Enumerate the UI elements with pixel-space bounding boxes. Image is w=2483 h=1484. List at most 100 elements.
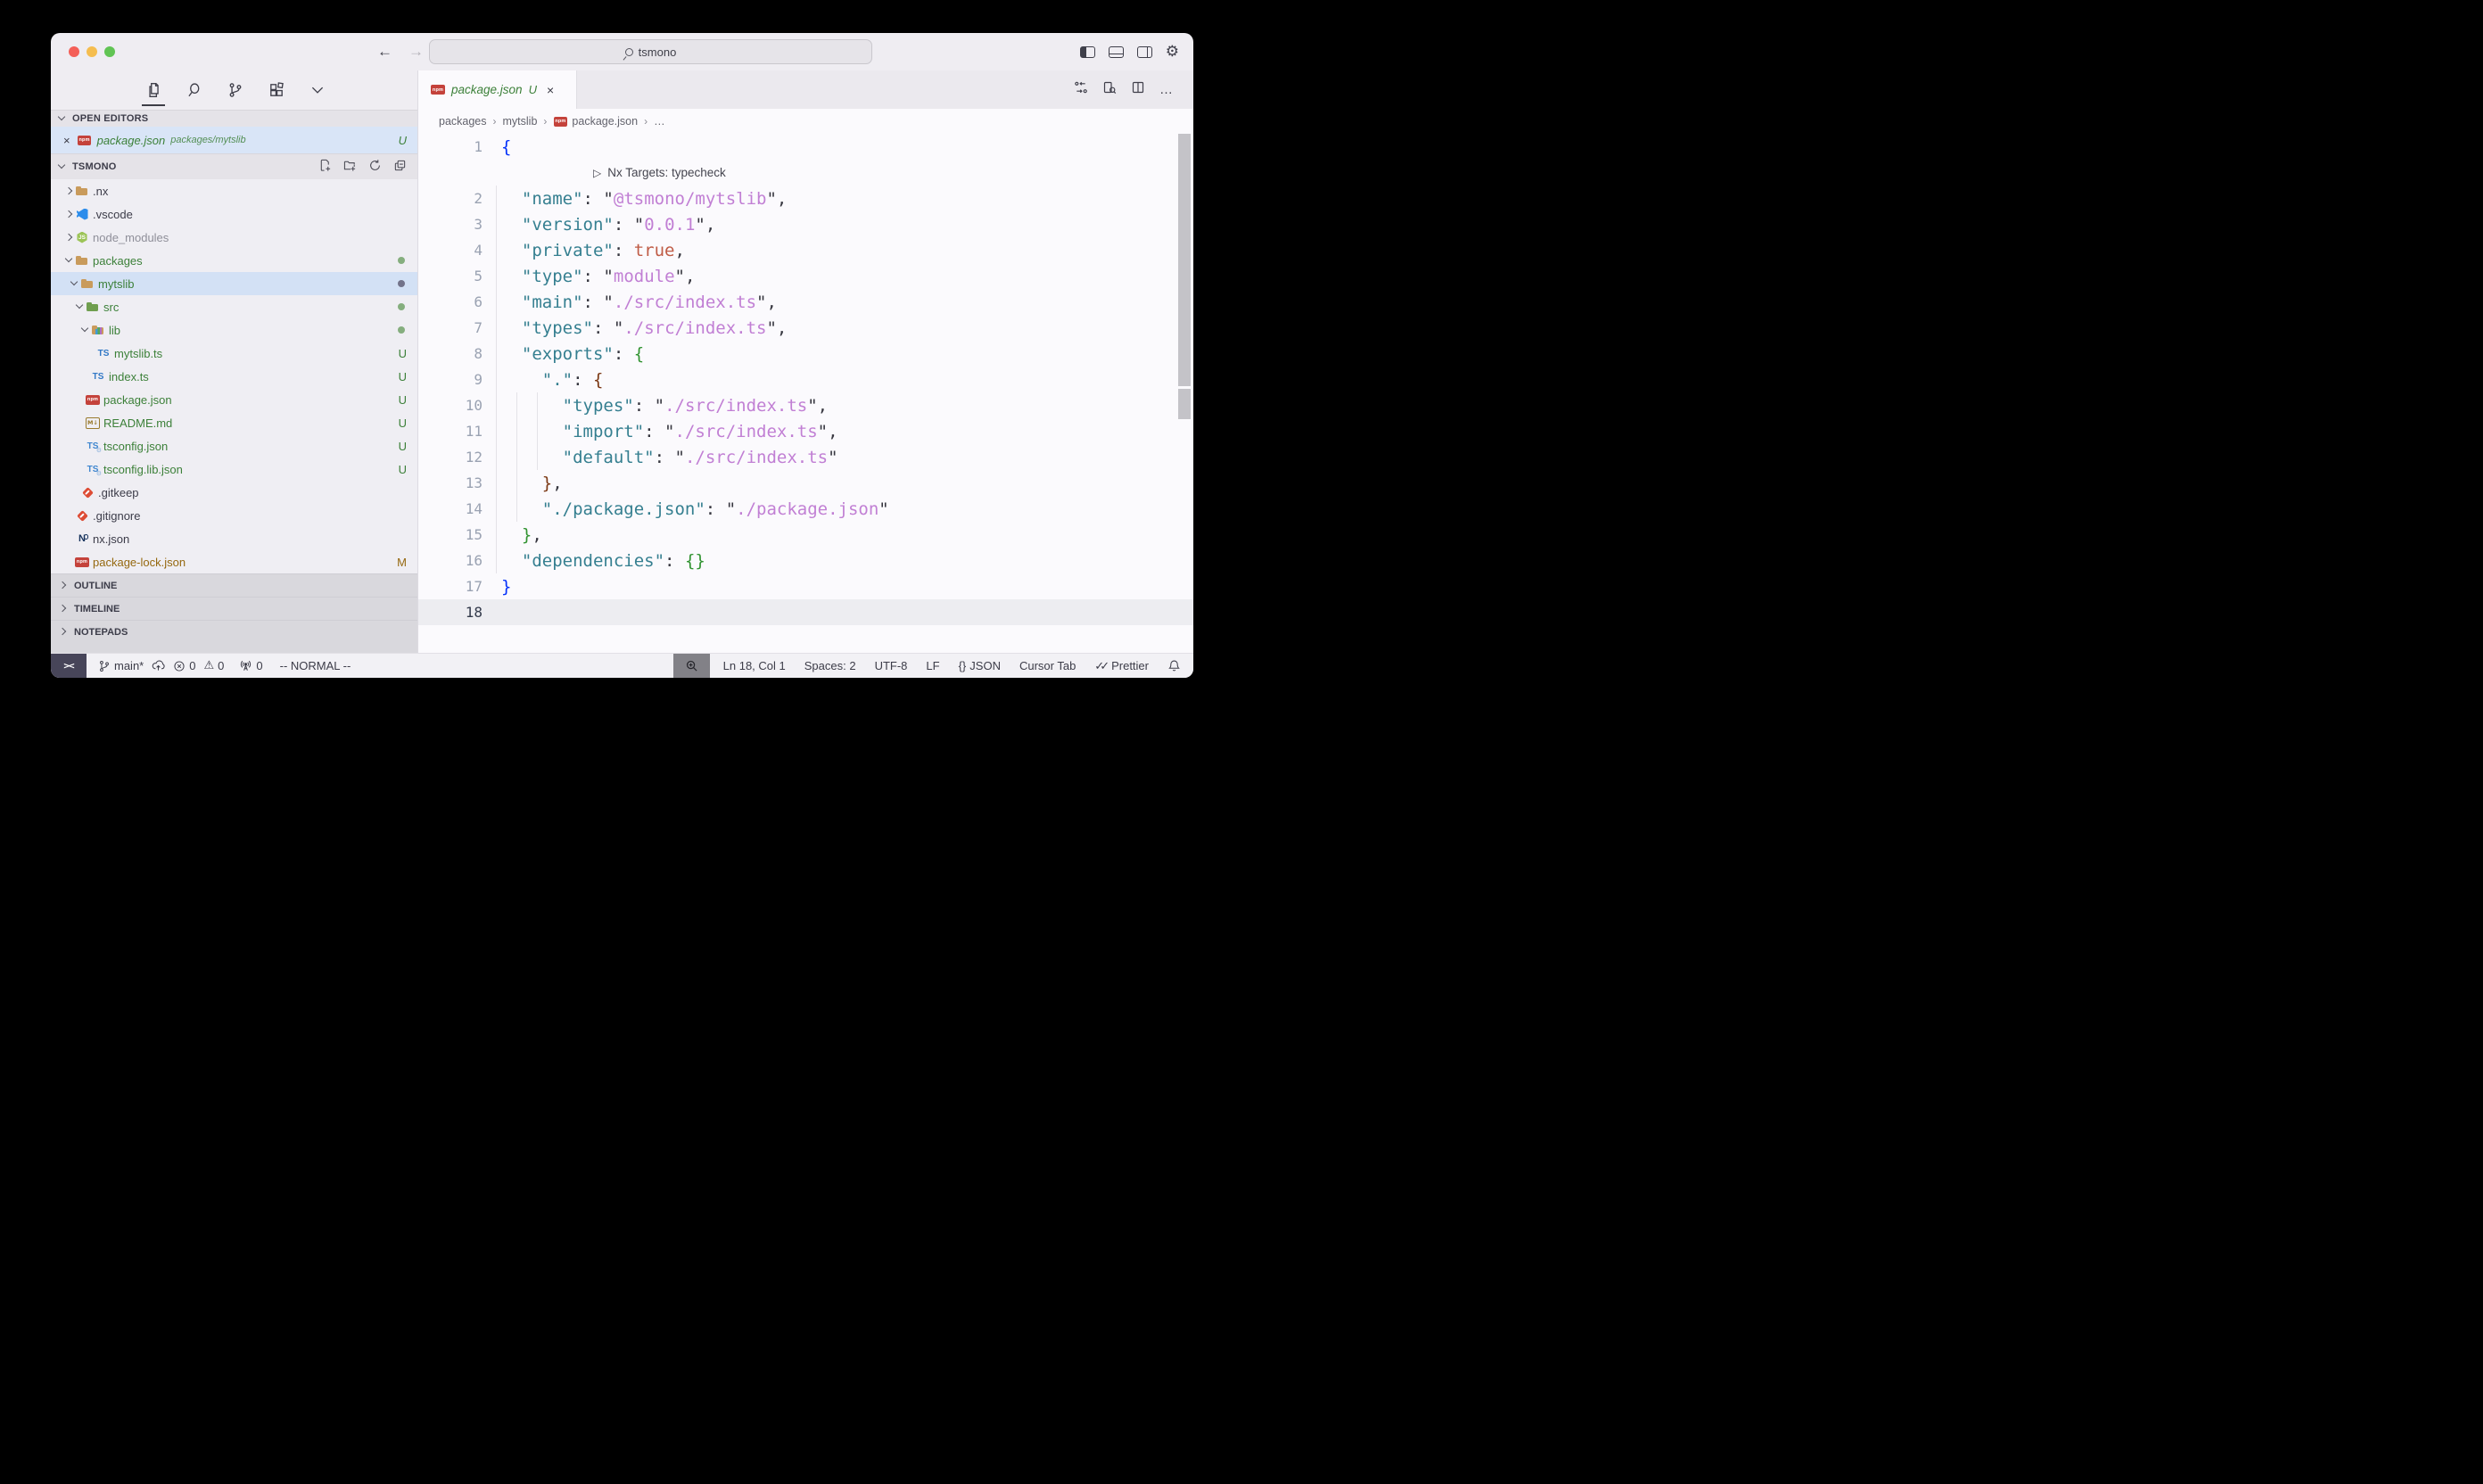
timeline-section[interactable]: TIMELINE [51,597,417,620]
tree-item[interactable]: node_modules [51,226,417,249]
encoding-item[interactable]: UTF-8 [875,659,908,672]
tree-item[interactable]: packages [51,249,417,272]
minimize-window-button[interactable] [87,46,97,57]
toggle-panel-icon[interactable] [1109,46,1124,58]
git-branch-item[interactable]: main* [98,659,144,672]
new-folder-icon[interactable] [343,159,357,175]
errors-item[interactable]: 0 [173,659,195,672]
collapse-all-icon[interactable] [393,159,407,175]
source-control-icon[interactable] [227,81,244,99]
code-line[interactable]: 9 ".": { [418,367,1193,392]
settings-gear-icon[interactable]: ⚙ [1166,45,1179,60]
vim-mode-item[interactable]: -- NORMAL -- [280,659,351,672]
maximize-window-button[interactable] [104,46,115,57]
toggle-primary-sidebar-icon[interactable] [1080,46,1095,58]
breadcrumb-item[interactable]: package.json [553,115,638,128]
chevron-down-icon[interactable] [70,279,80,289]
tree-item[interactable]: mytslib.tsU [51,342,417,365]
cursor-tab-item[interactable]: Cursor Tab [1019,659,1076,672]
tree-item[interactable]: lib [51,318,417,342]
formatter-item[interactable]: ✓✓ Prettier [1094,659,1149,673]
code-line[interactable]: 7 "types": "./src/index.ts", [418,315,1193,341]
close-editor-icon[interactable]: × [63,134,70,147]
code-line[interactable]: 6 "main": "./src/index.ts", [418,289,1193,315]
chevron-right-icon[interactable] [65,186,75,196]
new-file-icon[interactable] [318,159,332,175]
open-changes-icon[interactable] [1074,80,1088,99]
close-window-button[interactable] [69,46,79,57]
tab-close-icon[interactable]: × [547,83,554,97]
code-line[interactable]: 4 "private": true, [418,237,1193,263]
more-actions-icon[interactable]: … [1159,87,1174,93]
chevron-right-icon[interactable] [65,210,75,219]
tree-item[interactable]: src [51,295,417,318]
extensions-icon[interactable] [268,81,285,99]
code-line[interactable]: 2 "name": "@tsmono/mytslib", [418,186,1193,211]
tree-item[interactable]: nx.json [51,527,417,550]
breadcrumb-item[interactable]: packages [439,115,487,128]
workspace-header[interactable]: TSMONO [51,153,417,179]
chevron-down-icon[interactable] [76,302,86,312]
tree-item[interactable]: tsconfig.jsonU [51,434,417,458]
chevron-right-icon[interactable] [65,233,75,243]
breadcrumb-item[interactable]: mytslib [503,115,538,128]
scrollbar-thumb-tail[interactable] [1178,389,1191,419]
code-editor[interactable]: 1{ ▷Nx Targets: typecheck 2 "name": "@tsmo… [418,134,1193,653]
forward-button[interactable]: → [408,43,424,61]
code-line[interactable]: 10 "types": "./src/index.ts", [418,392,1193,418]
eol-item[interactable]: LF [926,659,939,672]
toggle-secondary-sidebar-icon[interactable] [1137,46,1152,58]
tree-item[interactable]: README.mdU [51,411,417,434]
tree-item[interactable]: .gitkeep [51,481,417,504]
language-mode-item[interactable]: {} JSON [959,659,1001,672]
tree-item[interactable]: package.jsonU [51,388,417,411]
editor-preview-icon[interactable] [1102,80,1117,99]
views-chevron-down-icon[interactable] [309,81,326,99]
scrollbar-thumb[interactable] [1178,134,1191,386]
zoom-indicator-button[interactable] [673,654,710,679]
code-line[interactable]: 18 [418,599,1193,625]
code-line[interactable]: 3 "version": "0.0.1", [418,211,1193,237]
tree-item-label: package.json [103,393,172,407]
remote-indicator[interactable]: >< [51,654,87,678]
open-editor-item[interactable]: × package.json packages/mytslib U [51,127,417,153]
tree-item[interactable]: .vscode [51,202,417,226]
tree-item[interactable]: mytslib [51,272,417,295]
breadcrumb-item[interactable]: … [654,115,665,128]
tree-item[interactable]: .gitignore [51,504,417,527]
search-panel-icon[interactable] [186,81,203,99]
broadcast-item[interactable]: 0 [239,659,262,672]
code-line[interactable]: 11 "import": "./src/index.ts", [418,418,1193,444]
indentation-item[interactable]: Spaces: 2 [804,659,856,672]
warnings-item[interactable]: ⚠ 0 [203,659,224,672]
cursor-position-item[interactable]: Ln 18, Col 1 [723,659,786,672]
code-line[interactable]: 15 }, [418,522,1193,548]
code-line[interactable]: 13 }, [418,470,1193,496]
code-line[interactable]: 14 "./package.json": "./package.json" [418,496,1193,522]
tab-package-json[interactable]: package.json U × [418,70,577,109]
tree-item[interactable]: index.tsU [51,365,417,388]
chevron-down-icon[interactable] [81,326,91,335]
code-line[interactable]: 1{ [418,134,1193,160]
code-line[interactable]: 8 "exports": { [418,341,1193,367]
tree-item[interactable]: .nx [51,179,417,202]
tree-item[interactable]: package-lock.jsonM [51,550,417,573]
code-line[interactable]: 16 "dependencies": {} [418,548,1193,573]
refresh-icon[interactable] [368,159,382,175]
code-lens[interactable]: ▷Nx Targets: typecheck [593,166,726,179]
notifications-bell-icon[interactable] [1167,659,1181,672]
outline-section[interactable]: OUTLINE [51,573,417,597]
chevron-down-icon[interactable] [65,256,75,266]
back-button[interactable]: ← [377,43,392,61]
split-editor-icon[interactable] [1131,80,1145,99]
explorer-files-icon[interactable] [144,81,162,99]
open-editors-header[interactable]: OPEN EDITORS [51,110,417,127]
sync-changes-icon[interactable] [152,659,165,672]
tree-item[interactable]: tsconfig.lib.jsonU [51,458,417,481]
command-center-search[interactable]: tsmono [429,39,872,64]
code-line[interactable]: 5 "type": "module", [418,263,1193,289]
code-line[interactable]: 12 "default": "./src/index.ts" [418,444,1193,470]
line-number: 4 [418,242,483,259]
notepads-section[interactable]: NOTEPADS [51,620,417,643]
code-line[interactable]: 17} [418,573,1193,599]
